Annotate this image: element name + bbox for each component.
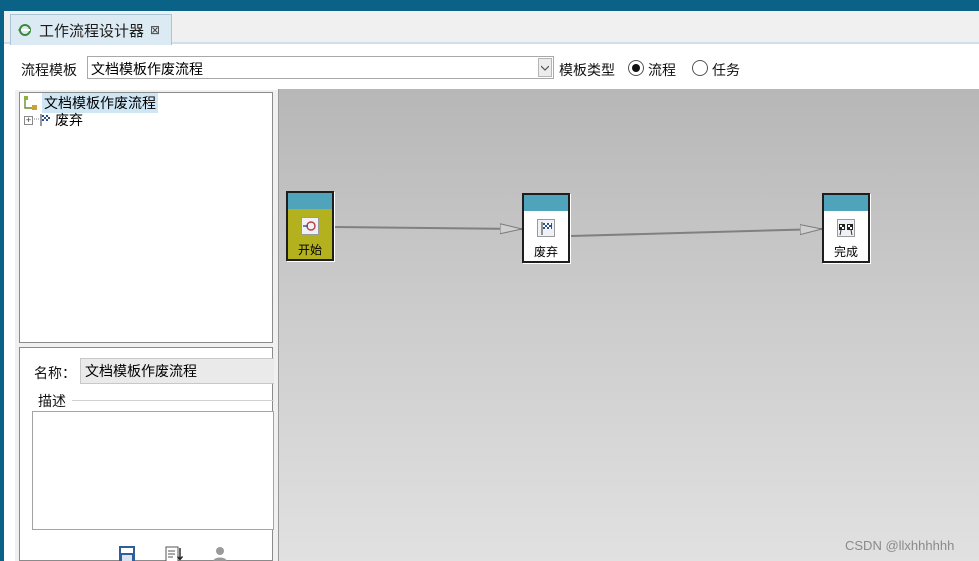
template-select-value: 文档模板作废流程 [91,61,203,77]
left-panel: 文档模板作废流程 + 废弃 名称： 文档模板作废流程 描述 [15,90,278,561]
close-icon[interactable]: ⊠ [150,23,160,37]
template-select[interactable]: 文档模板作废流程 [87,56,554,79]
flow-root-icon [24,96,37,110]
expand-icon[interactable]: + [24,115,33,125]
flow-node-complete[interactable]: 完成 [822,193,870,263]
node-header [824,195,868,211]
node-body: 开始 [288,209,332,259]
properties-panel: 名称： 文档模板作废流程 描述 [19,347,274,561]
name-label: 名称： [34,365,76,381]
checkered-flag-icon [837,219,855,237]
radio-process[interactable] [628,60,644,76]
flow-node-start[interactable]: 开始 [286,191,334,261]
user-icon[interactable] [211,545,229,561]
template-toolbar: 流程模板 文档模板作废流程 模板类型 流程 任务 [4,46,979,90]
node-label: 完成 [833,245,858,259]
node-body: 完成 [824,211,868,261]
node-label: 开始 [297,243,322,257]
workflow-icon [18,24,31,36]
node-header [288,193,332,209]
flow-tree: 文档模板作废流程 + 废弃 [19,92,273,343]
import-icon[interactable] [165,545,184,561]
window-top-bar [0,0,979,11]
flow-connections [334,89,979,237]
tab-workflow-designer[interactable]: 工作流程设计器 ⊠ [10,14,172,45]
node-body: 废弃 [524,211,568,261]
chevron-down-icon[interactable] [538,58,552,77]
tree-root[interactable]: 文档模板作废流程 [23,93,158,113]
flag-icon [537,219,555,237]
start-icon [301,217,319,235]
radio-process-label: 流程 [648,62,676,78]
template-label: 流程模板 [21,62,77,78]
save-icon[interactable] [118,545,136,561]
description-group-divider [72,400,274,401]
flow-canvas[interactable]: 开始 废弃 完成 [278,89,979,561]
node-label: 废弃 [533,245,558,259]
radio-task-label: 任务 [712,62,740,78]
description-label: 描述 [38,393,66,409]
window-left-strip [0,11,4,561]
node-header [524,195,568,211]
tab-title: 工作流程设计器 [39,22,145,40]
name-field[interactable]: 文档模板作废流程 [80,358,274,384]
flow-node-abandon[interactable]: 废弃 [522,193,570,263]
flag-icon [34,114,50,126]
description-textarea[interactable] [32,411,274,530]
radio-task[interactable] [692,60,708,76]
template-type-label: 模板类型 [559,62,615,78]
tree-item-label: 废弃 [55,112,83,128]
transition-abandon-complete [570,229,822,237]
transition-start-abandon [334,227,522,229]
editor-tab-bar: 工作流程设计器 ⊠ [4,11,979,45]
watermark: CSDN @llxhhhhhh [845,538,955,553]
tree-item-abandon[interactable]: + 废弃 [24,112,83,128]
